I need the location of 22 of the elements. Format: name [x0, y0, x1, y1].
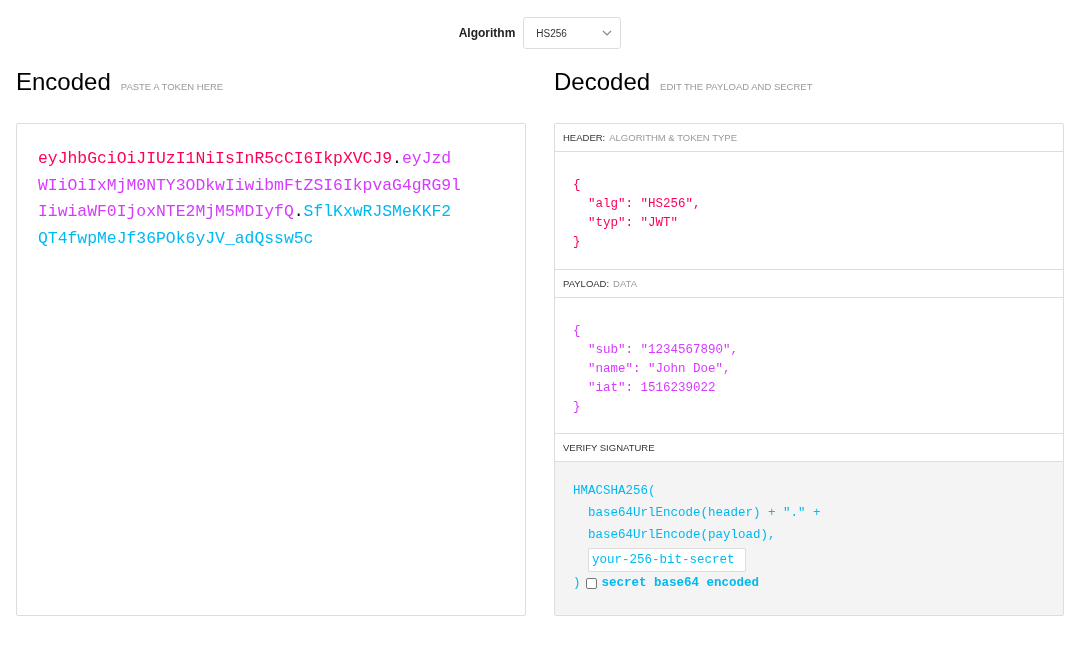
algorithm-label: Algorithm [458, 26, 516, 40]
base64-checkbox-label[interactable]: secret base64 encoded [601, 572, 760, 594]
caret-icon [602, 30, 613, 36]
payload-label: PAYLOAD: [563, 278, 610, 289]
verify-signature-label: VERIFY SIGNATURE [563, 442, 655, 453]
payload-sublabel: DATA [613, 278, 638, 289]
signature-code-line: base64UrlEncode(header) + "." + [587, 505, 822, 522]
payload-json-editor[interactable]: { "sub": "1234567890", "name": "John Doe", "iat": 1516239022 } [555, 298, 1063, 434]
base64-checkbox[interactable] [585, 577, 597, 589]
algorithm-dropdown[interactable]: HS256 [523, 17, 622, 49]
closing-paren: ) [573, 575, 581, 592]
edit-payload-hint: EDIT THE PAYLOAD AND SECRET [660, 81, 813, 92]
header-sublabel: ALGORITHM & TOKEN TYPE [609, 132, 737, 143]
encoded-title: Encoded [16, 68, 111, 96]
token-input[interactable]: eyJhbGciOiJIUzI1NiIsInR5cCI6IkpXVCJ9.eyJzdWIiOiIxMjM0NTY3ODkwIiwibmFtZSI6IkpvaG4gRG9lIiwiaWF0IjoxNTE2MjM5MDIyfQ.SflKxwRJSMeKKF2QT4fwpMeJf36POk6yJV_adQssw5c [16, 123, 526, 616]
header-json-editor[interactable]: { "alg": "HS256", "typ": "JWT" } [555, 152, 1063, 270]
header-label: HEADER: [563, 132, 606, 143]
signature-code-line: base64UrlEncode(payload), [587, 527, 777, 544]
decoded-title: Decoded [554, 68, 651, 96]
paste-token-hint: PASTE A TOKEN HERE [120, 81, 224, 92]
secret-input[interactable]: your-256-bit-secret [588, 548, 746, 572]
hmac-code: HMACSHA256( [573, 483, 657, 500]
